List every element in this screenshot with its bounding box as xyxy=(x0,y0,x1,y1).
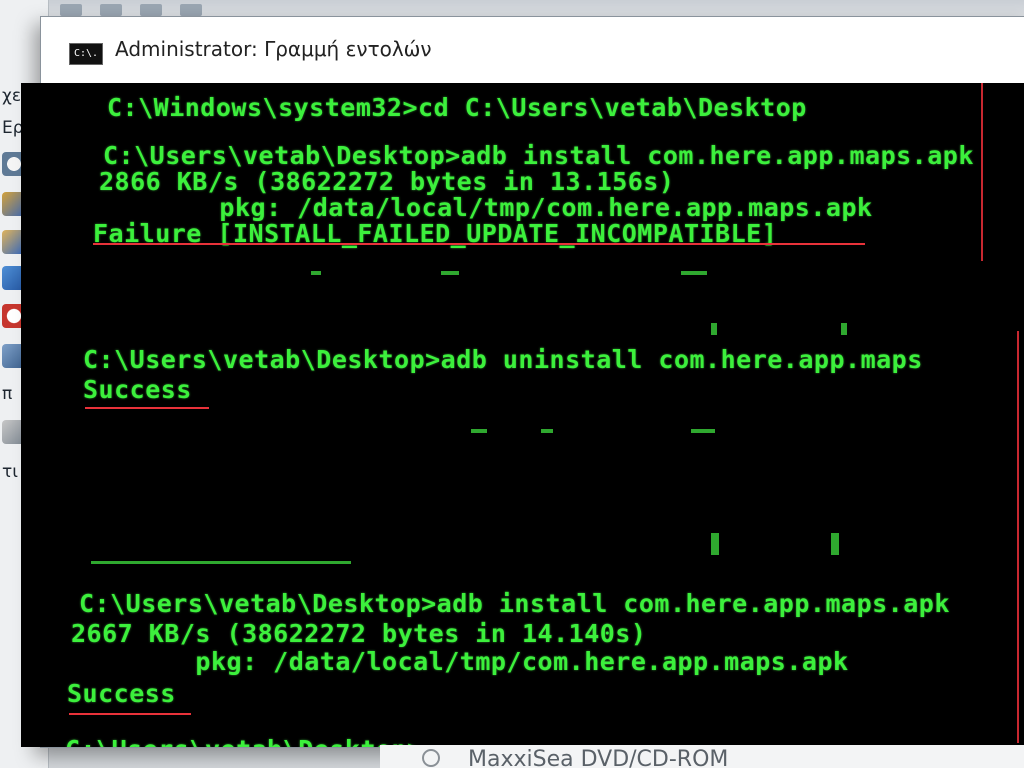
redacted-mark xyxy=(681,271,707,275)
redacted-mark xyxy=(831,533,839,555)
background-drive-label[interactable]: MaxxiSea DVD/CD-ROM xyxy=(468,747,728,768)
cdrom-icon[interactable] xyxy=(422,749,440,767)
redacted-mark xyxy=(311,271,321,275)
console-line: pkg: /data/local/tmp/com.here.app.maps.a… xyxy=(71,647,849,676)
console-line: 2866 KB/s (38622272 bytes in 13.156s) xyxy=(99,167,675,196)
toolbar-icon[interactable] xyxy=(60,4,82,16)
background-text: τι xyxy=(2,462,18,482)
console-line: C:\Windows\system32>cd C:\Users\vetab\De… xyxy=(107,93,807,122)
background-window-bottom: MaxxiSea DVD/CD-ROM xyxy=(380,745,1024,768)
toolbar-icon[interactable] xyxy=(180,4,202,16)
console-line: C:\Users\vetab\Desktop>adb install com.h… xyxy=(79,589,950,618)
redacted-mark xyxy=(541,429,553,433)
redacted-mark xyxy=(441,271,459,275)
command-prompt-window[interactable]: C:\. Administrator: Γραμμή εντολών C:\Wi… xyxy=(21,16,1024,748)
console-output[interactable]: C:\Windows\system32>cd C:\Users\vetab\De… xyxy=(21,83,1024,747)
title-bar[interactable]: C:\. Administrator: Γραμμή εντολών xyxy=(41,17,1024,83)
toolbar-icon[interactable] xyxy=(140,4,162,16)
success-underline xyxy=(69,713,191,715)
redacted-mark xyxy=(841,323,847,335)
background-text: π xyxy=(2,384,13,404)
window-edge xyxy=(1017,331,1019,743)
window-title: Administrator: Γραμμή εντολών xyxy=(115,37,432,61)
redacted-mark xyxy=(711,323,717,335)
console-line: Success xyxy=(67,679,176,708)
command-prompt-line[interactable]: C:\Users\vetab\Desktop> xyxy=(65,735,423,747)
console-line: pkg: /data/local/tmp/com.here.app.maps.a… xyxy=(95,193,873,222)
console-line: C:\Users\vetab\Desktop>adb uninstall com… xyxy=(83,345,923,374)
redacted-mark xyxy=(91,561,351,564)
redacted-mark xyxy=(711,533,719,555)
console-line: 2667 KB/s (38622272 bytes in 14.140s) xyxy=(71,619,647,648)
console-line: C:\Users\vetab\Desktop>adb install com.h… xyxy=(103,141,974,170)
desktop-scene: χείρ Εργ π τι C:\. Administrator: Γραμμή… xyxy=(0,0,1024,768)
redacted-mark xyxy=(691,429,715,433)
toolbar-icon[interactable] xyxy=(100,4,122,16)
redacted-mark xyxy=(471,429,487,433)
window-edge xyxy=(981,83,983,261)
cmd-icon: C:\. xyxy=(69,43,103,65)
failure-underline xyxy=(93,243,865,245)
console-line: Success xyxy=(83,375,192,404)
success-underline xyxy=(85,407,209,409)
